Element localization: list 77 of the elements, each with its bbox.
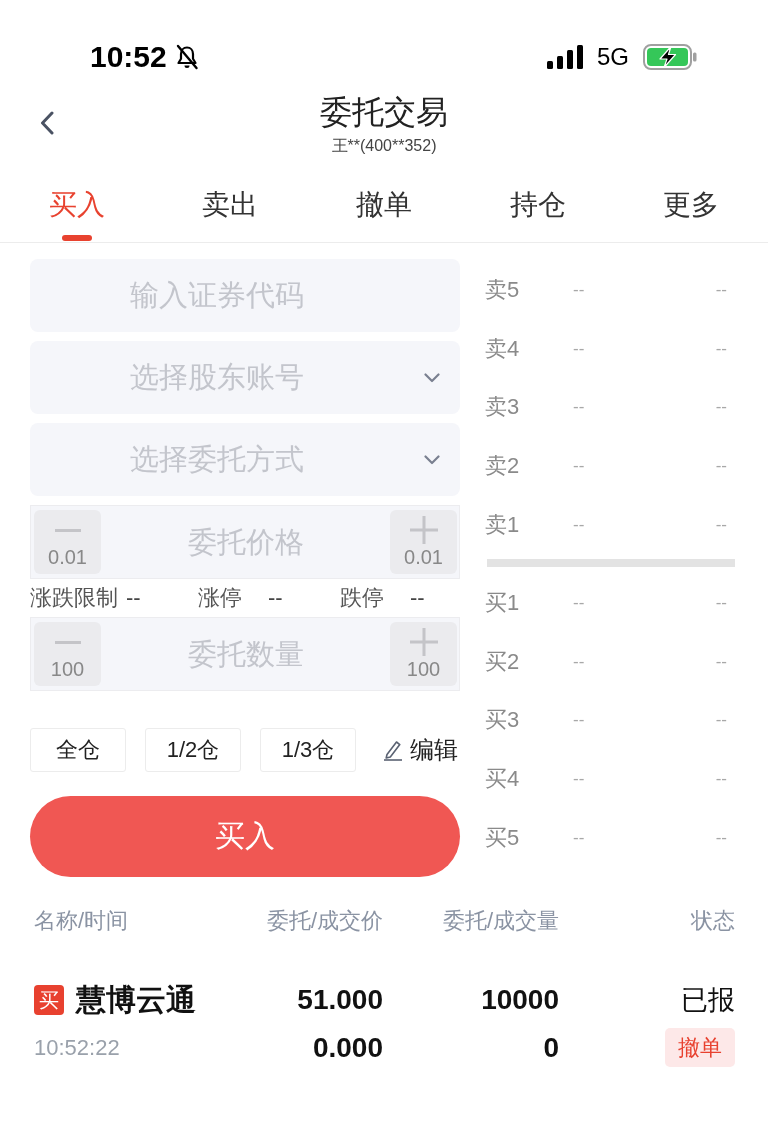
volume-text: -- bbox=[715, 827, 727, 848]
increment-button[interactable]: 100 bbox=[390, 622, 457, 686]
minus-icon bbox=[54, 528, 81, 532]
level-label: 卖5 bbox=[485, 276, 521, 305]
chevron-down-icon bbox=[424, 372, 440, 383]
level-label: 买1 bbox=[485, 589, 521, 618]
stock-name: 慧博云通 bbox=[76, 982, 196, 1018]
price-text: -- bbox=[573, 593, 585, 614]
level-label: 买2 bbox=[485, 647, 521, 676]
price-text: -- bbox=[573, 710, 585, 731]
limit-label: 涨跌限制 bbox=[30, 584, 118, 612]
level-label: 卖2 bbox=[485, 452, 521, 481]
column-header: 委托/成交量 bbox=[441, 907, 559, 935]
network-label: 5G bbox=[597, 42, 629, 72]
volume-text: -- bbox=[715, 456, 727, 477]
limit-value: -- bbox=[268, 585, 283, 611]
plus-icon bbox=[409, 628, 438, 656]
position-button[interactable]: 1/2仓 bbox=[145, 728, 241, 772]
deal-price: 0.000 bbox=[311, 1031, 383, 1065]
price-text: -- bbox=[573, 769, 585, 790]
price-text: -- bbox=[573, 514, 585, 535]
volume-text: -- bbox=[715, 397, 727, 418]
side-tag: 买 bbox=[34, 985, 64, 1015]
clock-time: 10:52 bbox=[90, 39, 167, 75]
tab-underline bbox=[61, 235, 92, 241]
price-text: -- bbox=[573, 651, 585, 672]
deal-volume: 0 bbox=[542, 1031, 559, 1065]
page-title: 委托交易 bbox=[320, 93, 448, 132]
order-volume: 10000 bbox=[480, 983, 559, 1017]
volume-text: -- bbox=[715, 769, 727, 790]
price-text: -- bbox=[573, 338, 585, 359]
column-header: 名称/时间 bbox=[34, 907, 130, 935]
level-label: 买5 bbox=[485, 823, 521, 852]
volume-text: -- bbox=[715, 651, 727, 672]
order-time: 10:52:22 bbox=[34, 1034, 121, 1062]
position-button[interactable]: 全仓 bbox=[30, 728, 126, 772]
increment-button[interactable]: 0.01 bbox=[390, 510, 457, 574]
chevron-down-icon bbox=[424, 454, 440, 465]
limit-value: -- bbox=[410, 585, 425, 611]
plus-icon bbox=[409, 516, 438, 544]
tab[interactable]: 持仓 bbox=[460, 170, 615, 242]
level-label: 卖3 bbox=[485, 393, 521, 422]
position-button[interactable]: 1/3仓 bbox=[260, 728, 356, 772]
tab[interactable]: 更多 bbox=[614, 170, 768, 242]
tab[interactable]: 撤单 bbox=[307, 170, 461, 242]
volume-text: -- bbox=[715, 593, 727, 614]
buy-button[interactable]: 买入 bbox=[30, 796, 460, 877]
level-label: 卖4 bbox=[485, 334, 521, 363]
volume-text: -- bbox=[715, 710, 727, 731]
decrement-button[interactable]: 0.01 bbox=[34, 510, 101, 574]
column-header: 委托/成交价 bbox=[265, 907, 383, 935]
back-icon[interactable] bbox=[40, 111, 54, 135]
volume-text: -- bbox=[715, 338, 727, 359]
order-price: 51.000 bbox=[296, 983, 383, 1017]
price-text: -- bbox=[573, 456, 585, 477]
price-text: -- bbox=[573, 280, 585, 301]
column-header: 状态 bbox=[690, 907, 735, 935]
volume-text: -- bbox=[715, 514, 727, 535]
cancel-button[interactable]: 撤单 bbox=[665, 1028, 735, 1067]
tab[interactable]: 卖出 bbox=[153, 170, 308, 242]
limit-label: 跌停 bbox=[340, 584, 385, 612]
signal-icon bbox=[547, 45, 583, 69]
level-label: 买3 bbox=[485, 706, 521, 735]
account-subtitle: 王**(400**352) bbox=[331, 136, 437, 156]
decrement-button[interactable]: 100 bbox=[34, 622, 101, 686]
status-text: 已报 bbox=[680, 984, 735, 1017]
pencil-icon bbox=[383, 739, 403, 761]
volume-text: -- bbox=[715, 280, 727, 301]
price-text: -- bbox=[573, 397, 585, 418]
level-label: 买4 bbox=[485, 765, 521, 794]
limit-label: 涨停 bbox=[198, 584, 243, 612]
limit-value: -- bbox=[126, 585, 141, 611]
edit-link[interactable]: 编辑 bbox=[383, 734, 458, 766]
minus-icon bbox=[54, 640, 81, 644]
level-label: 卖1 bbox=[485, 510, 521, 539]
price-text: -- bbox=[573, 827, 585, 848]
tab[interactable]: 买入 bbox=[0, 170, 154, 242]
